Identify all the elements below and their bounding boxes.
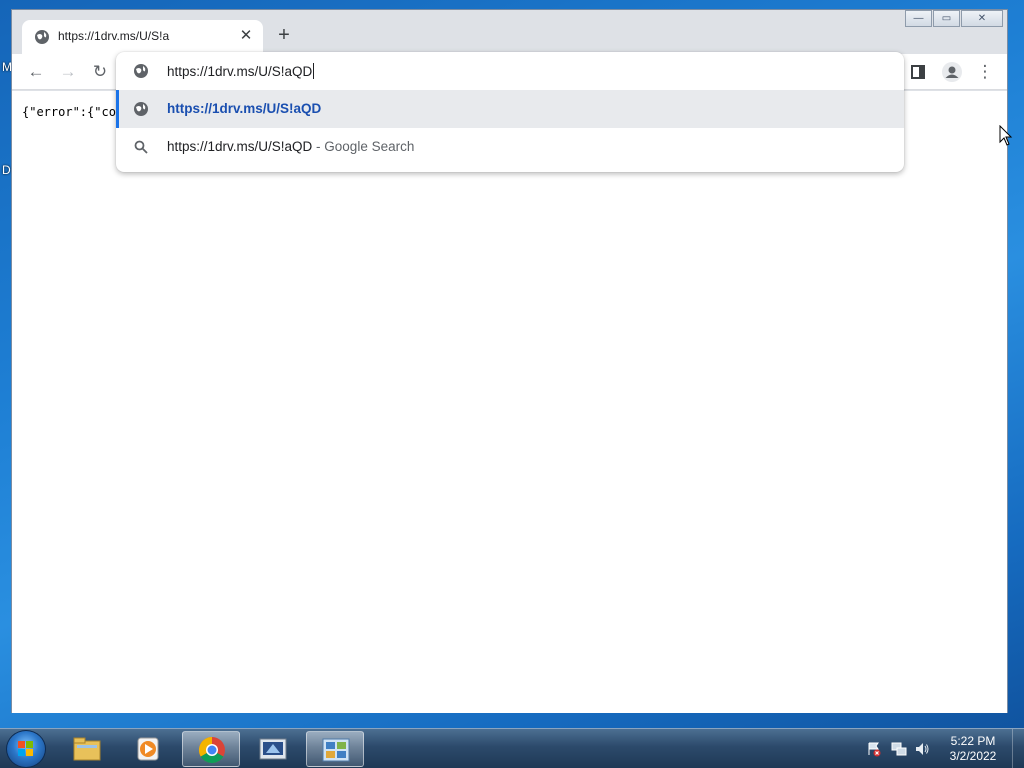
menu-button[interactable]: ⋮ — [974, 61, 996, 83]
omnibox-dropdown: https://1drv.ms/U/S!aQD https://1drv.ms/… — [116, 52, 904, 172]
globe-icon — [35, 30, 49, 44]
clock-time: 5:22 PM — [950, 734, 996, 748]
control-panel-icon — [322, 738, 350, 762]
search-icon — [134, 140, 148, 154]
windows-logo-icon — [18, 741, 33, 756]
json-error-text: {"error":{"co — [22, 105, 116, 119]
side-panel-icon[interactable] — [910, 64, 926, 80]
forward-button[interactable]: → — [57, 61, 79, 83]
taskbar-folder[interactable] — [58, 731, 116, 767]
maximize-button[interactable]: ▭ — [933, 10, 960, 27]
network-app-icon — [259, 738, 287, 760]
new-tab-button[interactable]: + — [274, 25, 294, 45]
globe-icon — [134, 102, 148, 116]
mouse-cursor-icon — [999, 125, 1013, 146]
back-button[interactable]: ← — [25, 61, 47, 83]
chrome-icon — [198, 736, 225, 764]
media-player-icon — [137, 737, 159, 761]
system-clock[interactable]: 5:22 PM 3/2/2022 — [940, 734, 1006, 764]
clock-date: 3/2/2022 — [949, 749, 997, 763]
globe-icon — [134, 64, 148, 78]
suggestion-url[interactable]: https://1drv.ms/U/S!aQD — [116, 90, 904, 128]
minimize-button[interactable]: — — [905, 10, 932, 27]
text-caret — [313, 63, 315, 79]
address-input[interactable]: https://1drv.ms/U/S!aQD — [167, 63, 315, 79]
title-bar: https://1drv.ms/U/S!a ✕ + — ▭ ✕ — [12, 10, 1007, 54]
volume-icon[interactable] — [914, 741, 930, 757]
suggestion-suffix: - Google Search — [312, 139, 415, 154]
profile-icon — [945, 66, 959, 78]
folder-icon — [73, 737, 101, 761]
taskbar: 5:22 PM 3/2/2022 — [0, 728, 1024, 768]
browser-tab[interactable]: https://1drv.ms/U/S!a ✕ — [22, 20, 263, 54]
show-desktop-button[interactable] — [1012, 729, 1024, 768]
action-center-icon[interactable] — [866, 741, 882, 757]
suggestion-text: https://1drv.ms/U/S!aQD — [167, 101, 322, 116]
start-button[interactable] — [6, 730, 46, 768]
taskbar-network-app[interactable] — [244, 731, 302, 767]
window-close-button[interactable]: ✕ — [961, 10, 1003, 27]
taskbar-chrome[interactable] — [182, 731, 240, 767]
desktop-icon-label: D — [2, 163, 11, 177]
window-controls: — ▭ ✕ — [904, 10, 1003, 28]
taskbar-control-panel[interactable] — [306, 731, 364, 767]
profile-avatar[interactable] — [942, 62, 962, 82]
tab-title: https://1drv.ms/U/S!a — [58, 29, 170, 43]
suggestion-text: https://1drv.ms/U/S!aQD — [167, 139, 313, 154]
reload-button[interactable]: ↻ — [89, 61, 111, 83]
taskbar-media-player[interactable] — [120, 731, 178, 767]
network-icon[interactable] — [891, 741, 907, 757]
tab-close-button[interactable]: ✕ — [237, 27, 255, 45]
page-content: {"error":{"co — [12, 91, 1007, 713]
address-bar[interactable]: https://1drv.ms/U/S!aQD — [116, 52, 904, 90]
suggestion-search[interactable]: https://1drv.ms/U/S!aQD - Google Search — [116, 128, 904, 166]
